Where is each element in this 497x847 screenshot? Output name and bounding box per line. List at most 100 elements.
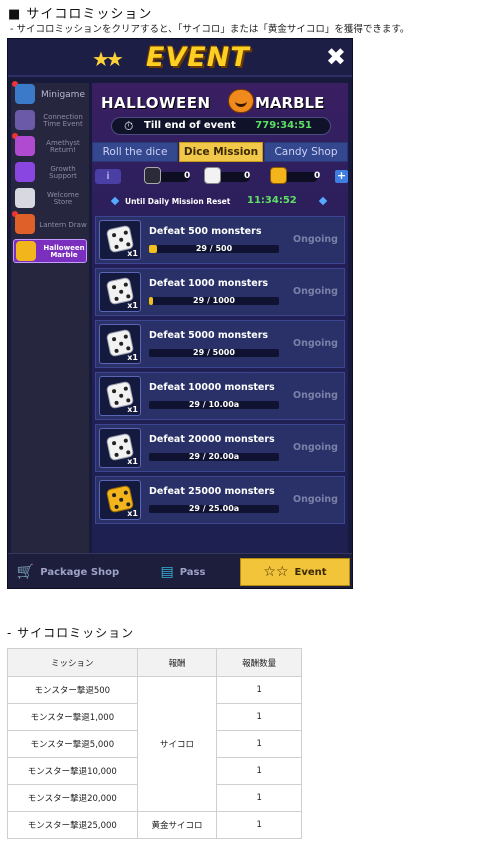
gold-dice-icon xyxy=(270,167,287,184)
reward-table: ミッション 報酬 報酬数量 モンスター撃退500 サイコロ 1 モンスター撃退1… xyxy=(7,648,302,839)
pumpkin-icon xyxy=(16,241,36,261)
event-sidebar: Minigame Connection Time Event Amethyst … xyxy=(11,81,89,561)
progress-text: 29 / 1000 xyxy=(193,296,235,305)
sidebar-item-label: Minigame xyxy=(40,89,85,100)
stars-icon: ☆☆ xyxy=(263,564,289,580)
mission-status: Ongoing xyxy=(293,286,338,297)
bottom-nav: 🛒 Package Shop ▤ Pass ☆☆ Event xyxy=(8,553,352,588)
currency-value: 0 xyxy=(314,171,321,181)
event-title-right: MARBLE xyxy=(255,94,325,112)
skull-icon xyxy=(15,188,35,208)
sidebar-item-label: Welcome Store xyxy=(46,191,80,206)
amethyst-icon xyxy=(15,136,35,156)
reward-quantity: x1 xyxy=(127,405,138,414)
stars-icon: ★★ xyxy=(92,47,124,71)
sidebar-item-growth-support[interactable]: Growth Support xyxy=(13,161,87,185)
gamepad-icon xyxy=(15,84,35,104)
mission-card[interactable]: x1 Defeat 20000 monsters 29 / 20.00a Ongoin… xyxy=(95,424,345,472)
mission-status: Ongoing xyxy=(293,494,338,505)
mission-card[interactable]: x1 Defeat 500 monsters 29 / 500 Ongoing xyxy=(95,216,345,264)
diamond-icon xyxy=(110,196,120,206)
progress-text: 29 / 25.00a xyxy=(188,504,240,513)
mission-status: Ongoing xyxy=(293,234,338,245)
info-button[interactable]: i xyxy=(95,169,121,184)
tab-roll-the-dice[interactable]: Roll the dice xyxy=(92,142,178,162)
pass-icon: ▤ xyxy=(160,564,174,580)
table-header-row: ミッション 報酬 報酬数量 xyxy=(7,648,302,677)
sidebar-item-lantern-draw[interactable]: Lantern Draw xyxy=(12,211,87,237)
mission-name: Defeat 500 monsters xyxy=(149,226,262,237)
quantity-cell: 1 xyxy=(216,676,302,704)
mission-status: Ongoing xyxy=(293,442,338,453)
mission-reset: Until Daily Mission Reset 11:34:52 xyxy=(92,194,348,210)
mission-card[interactable]: x1 Defeat 10000 monsters 29 / 10.00a Ongoin… xyxy=(95,372,345,420)
clock-icon xyxy=(15,110,35,130)
plus-button[interactable]: + xyxy=(335,170,348,183)
mission-card[interactable]: x1 Defeat 1000 monsters 29 / 1000 Ongoing xyxy=(95,268,345,316)
mission-status: Ongoing xyxy=(293,390,338,401)
nav-label: Pass xyxy=(179,566,206,578)
reward-quantity: x1 xyxy=(127,457,138,466)
sidebar-item-welcome-store[interactable]: Welcome Store xyxy=(13,187,87,211)
mission-cell: モンスター撃退5,000 xyxy=(7,730,138,758)
currency-value: 0 xyxy=(244,171,251,181)
lantern-icon xyxy=(15,214,35,234)
currency-bar: i 0 0 0 + xyxy=(92,167,348,185)
event-title-left: HALLOWEEN xyxy=(101,94,211,112)
event-main-panel: HALLOWEEN MARBLE ⏱ Till end of event 779… xyxy=(92,83,348,561)
close-icon[interactable]: ✖ xyxy=(326,43,346,71)
white-dice-icon xyxy=(204,167,221,184)
sidebar-item-label: Connection Time Event xyxy=(43,113,83,128)
nav-pass[interactable]: ▤ Pass xyxy=(128,558,238,586)
mission-name: Defeat 20000 monsters xyxy=(149,434,275,445)
progress-text: 29 / 10.00a xyxy=(188,400,240,409)
quantity-cell: 1 xyxy=(216,784,302,812)
mission-cell: モンスター撃退10,000 xyxy=(7,757,138,785)
currency-value: 0 xyxy=(184,171,191,181)
reward-icon: x1 xyxy=(99,220,141,260)
quantity-cell: 1 xyxy=(216,811,302,839)
sidebar-item-amethyst-return[interactable]: Amethyst Return! xyxy=(12,133,87,159)
sidebar-item-label: Growth Support xyxy=(49,165,77,180)
mission-status: Ongoing xyxy=(293,338,338,349)
sidebar-item-minigame[interactable]: Minigame xyxy=(12,81,87,107)
event-header: ★★ EVENT ✖ xyxy=(8,39,352,77)
nav-label: Package Shop xyxy=(40,566,120,578)
reward-quantity: x1 xyxy=(127,249,138,258)
reward-quantity: x1 xyxy=(127,301,138,310)
reward-icon: x1 xyxy=(99,428,141,468)
reward-icon: x1 xyxy=(99,324,141,364)
nav-event[interactable]: ☆☆ Event xyxy=(240,558,350,586)
sidebar-item-label: Amethyst Return! xyxy=(46,139,80,154)
quantity-cell: 1 xyxy=(216,757,302,785)
mission-name: Defeat 1000 monsters xyxy=(149,278,269,289)
reward-cell: 黄金サイコロ xyxy=(136,811,218,839)
tab-dice-mission[interactable]: Dice Mission xyxy=(179,142,263,162)
timer-value: 779:34:51 xyxy=(255,120,312,131)
table-header: 報酬数量 xyxy=(216,648,302,677)
tab-candy-shop[interactable]: Candy Shop xyxy=(264,142,348,162)
progress-text: 29 / 500 xyxy=(195,244,233,253)
table-row: モンスター撃退25,000 黄金サイコロ 1 xyxy=(7,811,302,839)
progress-text: 29 / 20.00a xyxy=(188,452,240,461)
mission-card[interactable]: x1 Defeat 25000 monsters 29 / 25.00a Ongoin… xyxy=(95,476,345,524)
game-screenshot: ★★ EVENT ✖ Minigame Connection Time Even… xyxy=(7,38,353,589)
mission-cell: モンスター撃退20,000 xyxy=(7,784,138,812)
quantity-cell: 1 xyxy=(216,703,302,731)
mission-name: Defeat 25000 monsters xyxy=(149,486,275,497)
cart-icon: 🛒 xyxy=(16,564,35,580)
lightning-icon xyxy=(15,162,35,182)
sidebar-item-halloween-marble[interactable]: Halloween Marble xyxy=(13,239,87,263)
event-title: EVENT xyxy=(146,42,250,73)
table-header: ミッション xyxy=(7,648,138,677)
reward-quantity: x1 xyxy=(127,509,138,518)
mission-name: Defeat 10000 monsters xyxy=(149,382,275,393)
mission-cell: モンスター撃退500 xyxy=(7,676,138,704)
mission-card[interactable]: x1 Defeat 5000 monsters 29 / 5000 Ongoing xyxy=(95,320,345,368)
table-row: モンスター撃退500 サイコロ 1 xyxy=(7,676,302,812)
nav-package-shop[interactable]: 🛒 Package Shop xyxy=(12,558,124,586)
pumpkin-icon xyxy=(228,89,254,113)
sidebar-item-connection-time-event[interactable]: Connection Time Event xyxy=(13,109,87,133)
event-tabs: Roll the dice Dice Mission Candy Shop xyxy=(92,142,348,162)
quantity-cell: 1 xyxy=(216,730,302,758)
